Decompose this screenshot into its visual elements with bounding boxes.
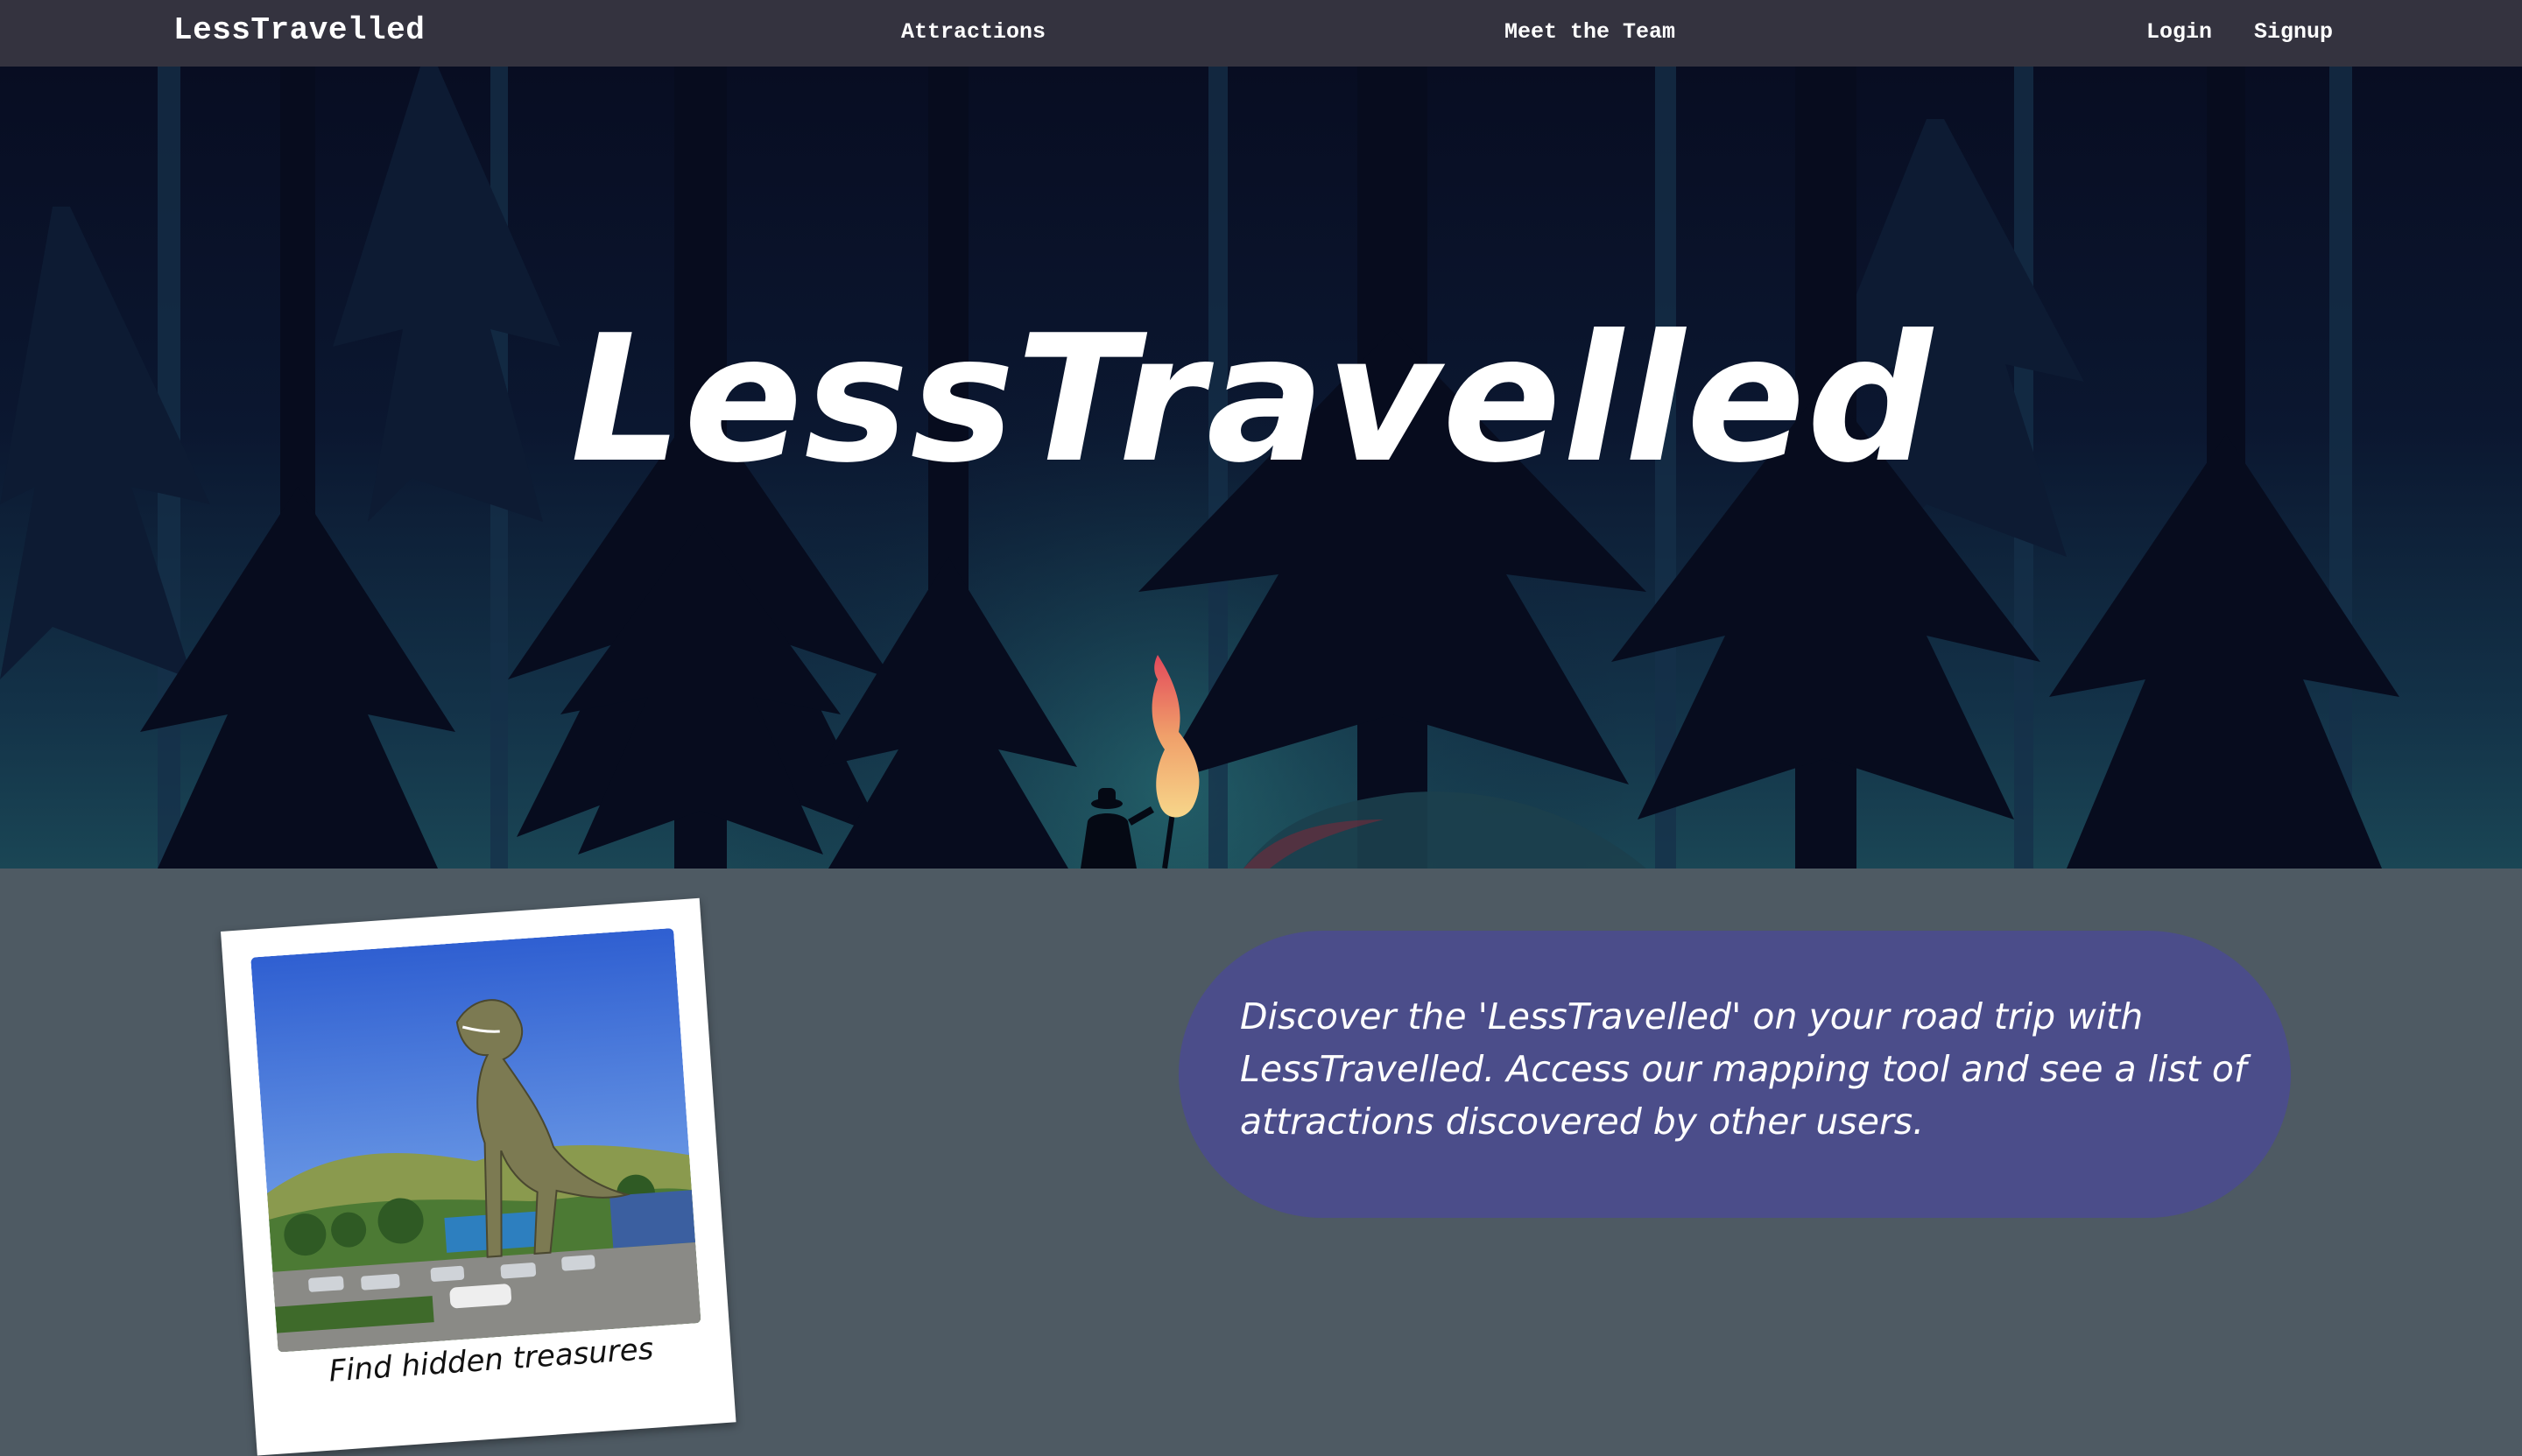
polaroid-card: Find hidden treasures: [221, 897, 736, 1456]
nav-login-link[interactable]: Login: [2146, 19, 2212, 45]
intro-bubble: Discover the 'LessTravelled' on your roa…: [1179, 931, 2291, 1218]
dinosaur-photo: [250, 927, 701, 1353]
intro-text: Discover the 'LessTravelled' on your roa…: [1240, 995, 2247, 1143]
brand-logo-link[interactable]: LessTravelled: [173, 12, 425, 48]
nav-attractions-link[interactable]: Attractions: [901, 19, 1046, 45]
hero-title: LessTravelled: [570, 298, 1934, 502]
top-navbar: LessTravelled Attractions Meet the Team …: [0, 0, 2522, 67]
hero-banner: LessTravelled: [0, 67, 2522, 869]
nav-meet-the-team-link[interactable]: Meet the Team: [1504, 19, 1675, 45]
nav-signup-link[interactable]: Signup: [2254, 19, 2333, 45]
